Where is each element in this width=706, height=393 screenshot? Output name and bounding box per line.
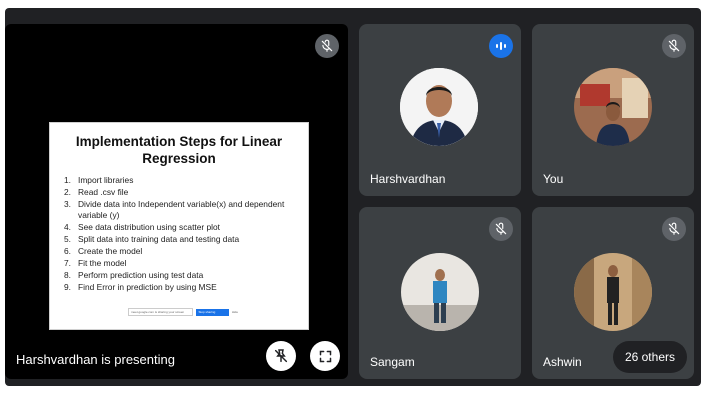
participant-name: Sangam — [370, 355, 415, 369]
list-item: 3. Divide data into Independent variable(… — [64, 199, 285, 220]
slide-title: Implementation Steps for Linear Regressi… — [75, 134, 283, 166]
presentation-tile[interactable]: Implementation Steps for Linear Regressi… — [5, 24, 348, 379]
list-item: 4. See data distribution using scatter pl… — [64, 222, 220, 232]
others-count-button[interactable]: 26 others — [612, 341, 687, 373]
participant-name: Ashwin — [543, 355, 582, 369]
participant-tile-ashwin[interactable]: Ashwin 26 others — [532, 207, 694, 379]
participant-tile-sangam[interactable]: Sangam — [359, 207, 521, 379]
participant-name: You — [543, 172, 564, 186]
list-item: 7. Fit the model — [64, 258, 127, 268]
steps-list: 1. Import libraries 2. Read .csv file 3. Di… — [50, 175, 308, 293]
unpin-icon — [274, 349, 288, 363]
list-item: 9. Find Error in prediction by using MSE — [64, 282, 217, 292]
presenter-mic-off-icon — [315, 34, 339, 58]
share-notice: meet.google.com is sharing your screen — [128, 308, 193, 316]
participant-name: Harshvardhan — [370, 172, 446, 186]
list-item: 1. Import libraries — [64, 175, 134, 185]
participant-tile-harshvardhan[interactable]: Harshvardhan — [359, 24, 521, 196]
mic-off-icon — [662, 34, 686, 58]
list-item: 2. Read .csv file — [64, 187, 129, 197]
mic-off-icon — [662, 217, 686, 241]
shared-slide: Implementation Steps for Linear Regressi… — [49, 122, 309, 330]
hide-button: Hide — [231, 310, 238, 314]
fullscreen-icon — [319, 350, 331, 362]
mic-off-icon — [489, 217, 513, 241]
presenting-label: Harshvardhan is presenting — [16, 352, 175, 367]
list-item: 5. Split data into training data and test… — [64, 234, 240, 244]
avatar — [400, 68, 478, 146]
avatar — [574, 253, 652, 331]
screen-share-bar: meet.google.com is sharing your screen S… — [128, 307, 238, 317]
participant-tile-you[interactable]: You — [532, 24, 694, 196]
speaking-indicator — [489, 34, 513, 58]
list-item: 8. Perform prediction using test data — [64, 270, 204, 280]
avatar — [401, 253, 479, 331]
fullscreen-button[interactable] — [310, 341, 340, 371]
avatar — [574, 68, 652, 146]
stop-sharing-button: Stop sharing — [195, 308, 229, 316]
audio-level-icon — [496, 42, 506, 50]
unpin-button[interactable] — [266, 341, 296, 371]
list-item: 6. Create the model — [64, 246, 143, 256]
